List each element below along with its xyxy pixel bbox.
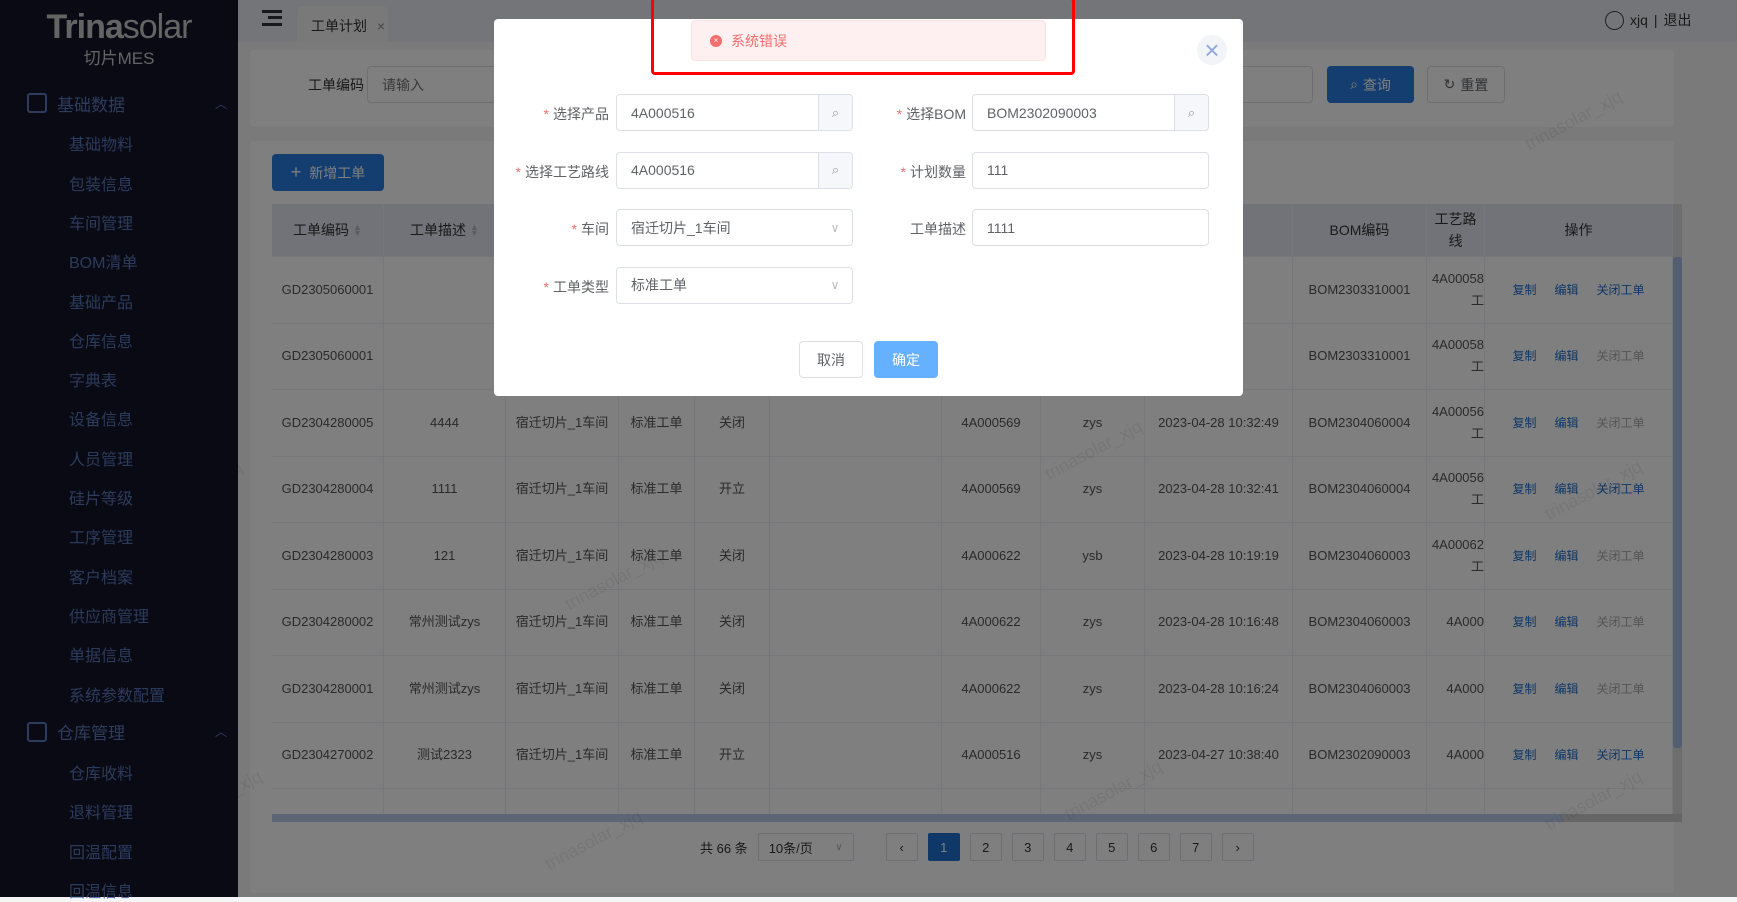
field-label: * 工单类型 <box>459 277 609 297</box>
search-icon[interactable]: ⌕ <box>1174 95 1208 130</box>
field-value: 111 <box>987 162 1009 178</box>
highlight-box <box>651 0 1075 75</box>
field-text[interactable]: 1111 <box>972 209 1209 246</box>
cancel-button[interactable]: 取消 <box>799 341 863 378</box>
required-asterisk: * <box>515 163 521 180</box>
field-label-text: 车间 <box>581 221 609 237</box>
field-label: * 计划数量 <box>816 162 966 182</box>
field-label-text: 工单描述 <box>910 221 966 237</box>
field-value: 1111 <box>987 219 1016 236</box>
field-label: 工单描述 <box>816 219 966 239</box>
field-label-text: 选择产品 <box>553 106 609 122</box>
field-label: * 选择产品 <box>459 104 609 124</box>
field-label-text: 选择工艺路线 <box>525 163 609 180</box>
field-select[interactable]: 标准工单 ∨ <box>616 266 853 304</box>
field-label-text: 选择BOM <box>906 106 966 122</box>
field-value: BOM2302090003 <box>987 104 1097 121</box>
field-label-text: 工单类型 <box>553 278 609 295</box>
confirm-button[interactable]: 确定 <box>874 341 938 378</box>
create-work-order-dialog: × * 选择产品 4A000516 ⌕ * 选择BOM BOM2302090003 ⌕ * 选择工… <box>494 19 1243 396</box>
required-asterisk: * <box>571 221 577 237</box>
field-label: * 选择工艺路线 <box>459 162 609 182</box>
required-asterisk: * <box>900 163 906 180</box>
required-asterisk: * <box>896 106 903 122</box>
field-label-text: 计划数量 <box>910 163 966 180</box>
required-asterisk: * <box>543 106 549 122</box>
required-asterisk: * <box>543 278 549 295</box>
field-label: * 选择BOM <box>816 104 966 124</box>
field-value: 标准工单 <box>631 277 687 293</box>
field-value: 4A000516 <box>631 162 695 178</box>
close-icon[interactable]: × <box>1197 35 1227 65</box>
field-label: * 车间 <box>459 219 609 239</box>
chevron-down-icon[interactable]: ∨ <box>818 278 852 292</box>
field-search[interactable]: BOM2302090003 ⌕ <box>972 94 1209 131</box>
field-value: 4A000516 <box>631 104 695 121</box>
field-value: 宿迁切片_1车间 <box>631 219 731 236</box>
field-text[interactable]: 111 <box>972 151 1209 189</box>
